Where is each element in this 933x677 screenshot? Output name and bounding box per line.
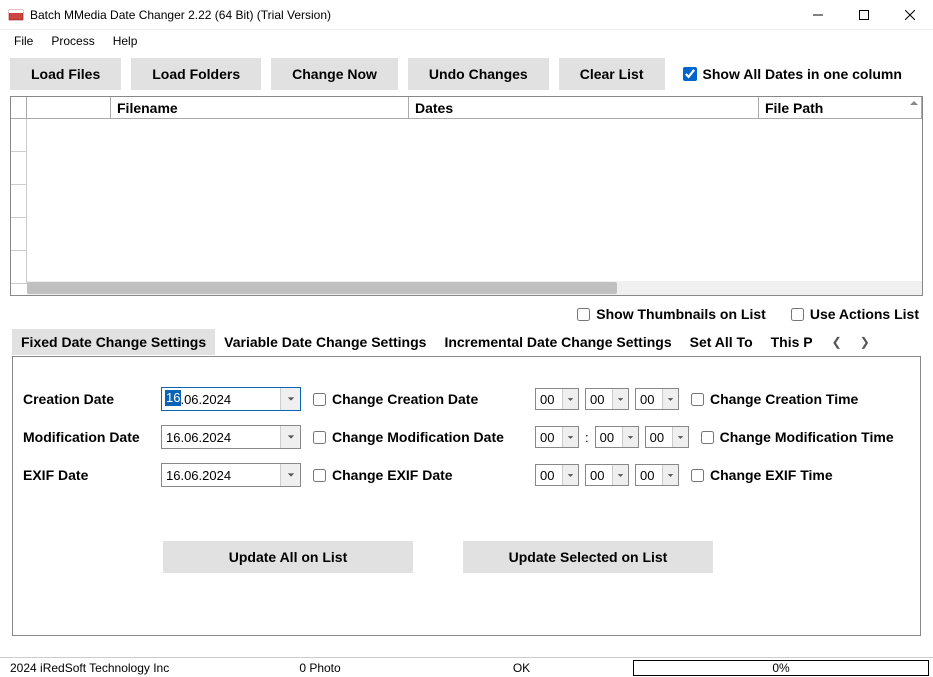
- undo-changes-button[interactable]: Undo Changes: [408, 58, 549, 90]
- tab-variable[interactable]: Variable Date Change Settings: [215, 329, 435, 355]
- exif-hour[interactable]: [535, 464, 579, 486]
- creation-sec[interactable]: [635, 388, 679, 410]
- tab-this-p[interactable]: This P: [762, 329, 822, 355]
- load-files-button[interactable]: Load Files: [10, 58, 121, 90]
- change-creation-time-checkbox[interactable]: [691, 393, 704, 406]
- mid-options: Show Thumbnails on List Use Actions List: [0, 296, 933, 328]
- change-exif-time-checkbox[interactable]: [691, 469, 704, 482]
- change-modification-time-checkbox[interactable]: [701, 431, 714, 444]
- statusbar: 2024 iRedSoft Technology Inc 0 Photo OK …: [0, 657, 933, 677]
- modification-sec[interactable]: [645, 426, 689, 448]
- row-header-gutter: [11, 97, 27, 119]
- use-actions-label: Use Actions List: [810, 306, 919, 322]
- chevron-down-icon[interactable]: [562, 465, 578, 485]
- progress-text: 0%: [772, 661, 789, 675]
- chevron-down-icon[interactable]: [612, 389, 628, 409]
- creation-date-selection: 16: [165, 390, 181, 406]
- show-all-dates-label: Show All Dates in one column: [703, 66, 902, 82]
- show-thumbnails-checkbox[interactable]: [577, 308, 590, 321]
- creation-hour[interactable]: [535, 388, 579, 410]
- use-actions-checkbox[interactable]: [791, 308, 804, 321]
- col-filepath[interactable]: File Path: [759, 97, 922, 119]
- creation-date-input[interactable]: 16: [161, 387, 301, 411]
- update-all-button[interactable]: Update All on List: [163, 541, 413, 573]
- modification-hour[interactable]: [535, 426, 579, 448]
- fixed-panel: Creation Date 16 Change Creation Date Ch…: [12, 356, 921, 636]
- tab-scroll-left-icon[interactable]: ❮: [828, 333, 846, 351]
- file-list[interactable]: Filename Dates File Path: [10, 96, 923, 296]
- chevron-down-icon[interactable]: [280, 464, 300, 486]
- progress-bar: 0%: [633, 660, 929, 676]
- chevron-down-icon[interactable]: [662, 465, 678, 485]
- tab-scroll-right-icon[interactable]: ❯: [856, 333, 874, 351]
- exif-sec[interactable]: [635, 464, 679, 486]
- change-exif-time-label: Change EXIF Time: [710, 467, 833, 483]
- exif-min[interactable]: [585, 464, 629, 486]
- minimize-button[interactable]: [795, 0, 841, 29]
- maximize-button[interactable]: [841, 0, 887, 29]
- chevron-down-icon[interactable]: [562, 427, 578, 447]
- chevron-down-icon[interactable]: [562, 389, 578, 409]
- list-header: Filename Dates File Path: [11, 97, 922, 119]
- chevron-down-icon[interactable]: [672, 427, 688, 447]
- list-body[interactable]: [11, 119, 922, 295]
- change-now-button[interactable]: Change Now: [271, 58, 398, 90]
- creation-min[interactable]: [585, 388, 629, 410]
- modification-min[interactable]: [595, 426, 639, 448]
- scrollbar-thumb[interactable]: [27, 282, 617, 294]
- chevron-down-icon[interactable]: [662, 389, 678, 409]
- window-title: Batch MMedia Date Changer 2.22 (64 Bit) …: [30, 8, 795, 22]
- col-filename[interactable]: Filename: [111, 97, 409, 119]
- exif-date-label: EXIF Date: [23, 467, 149, 483]
- change-creation-date-checkbox[interactable]: [313, 393, 326, 406]
- titlebar: Batch MMedia Date Changer 2.22 (64 Bit) …: [0, 0, 933, 30]
- chevron-down-icon[interactable]: [280, 426, 300, 448]
- creation-date-label: Creation Date: [23, 391, 149, 407]
- scroll-up-icon[interactable]: [909, 97, 923, 111]
- load-folders-button[interactable]: Load Folders: [131, 58, 261, 90]
- chevron-down-icon[interactable]: [622, 427, 638, 447]
- tab-fixed[interactable]: Fixed Date Change Settings: [12, 329, 215, 355]
- modification-date-label: Modification Date: [23, 429, 149, 445]
- change-modification-date-checkbox[interactable]: [313, 431, 326, 444]
- status-ok: OK: [410, 661, 633, 675]
- change-exif-date-label: Change EXIF Date: [332, 467, 453, 483]
- app-icon: [8, 7, 24, 23]
- show-thumbnails-label: Show Thumbnails on List: [596, 306, 766, 322]
- menu-help[interactable]: Help: [105, 32, 146, 50]
- chevron-down-icon[interactable]: [612, 465, 628, 485]
- menu-file[interactable]: File: [6, 32, 41, 50]
- tabbar: Fixed Date Change Settings Variable Date…: [0, 328, 933, 356]
- close-button[interactable]: [887, 0, 933, 29]
- exif-date-input[interactable]: [161, 463, 301, 487]
- status-count: 0 Photo: [230, 661, 410, 675]
- tab-set-all[interactable]: Set All To: [681, 329, 762, 355]
- creation-date-dropdown-icon[interactable]: [280, 388, 300, 410]
- menu-process[interactable]: Process: [43, 32, 102, 50]
- change-modification-date-label: Change Modification Date: [332, 429, 504, 445]
- clear-list-button[interactable]: Clear List: [559, 58, 665, 90]
- change-creation-date-label: Change Creation Date: [332, 391, 478, 407]
- time-sep: :: [585, 430, 589, 445]
- toolbar: Load Files Load Folders Change Now Undo …: [0, 52, 933, 96]
- col-dates[interactable]: Dates: [409, 97, 759, 119]
- change-modification-time-label: Change Modification Time: [720, 429, 894, 445]
- modification-date-input[interactable]: [161, 425, 301, 449]
- change-exif-date-checkbox[interactable]: [313, 469, 326, 482]
- status-company: 2024 iRedSoft Technology Inc: [0, 661, 230, 675]
- menubar: File Process Help: [0, 30, 933, 52]
- show-all-dates-checkbox[interactable]: [683, 67, 697, 81]
- horizontal-scrollbar[interactable]: [27, 281, 922, 295]
- update-selected-button[interactable]: Update Selected on List: [463, 541, 713, 573]
- change-creation-time-label: Change Creation Time: [710, 391, 858, 407]
- tab-incremental[interactable]: Incremental Date Change Settings: [435, 329, 680, 355]
- col-thumb[interactable]: [27, 97, 111, 119]
